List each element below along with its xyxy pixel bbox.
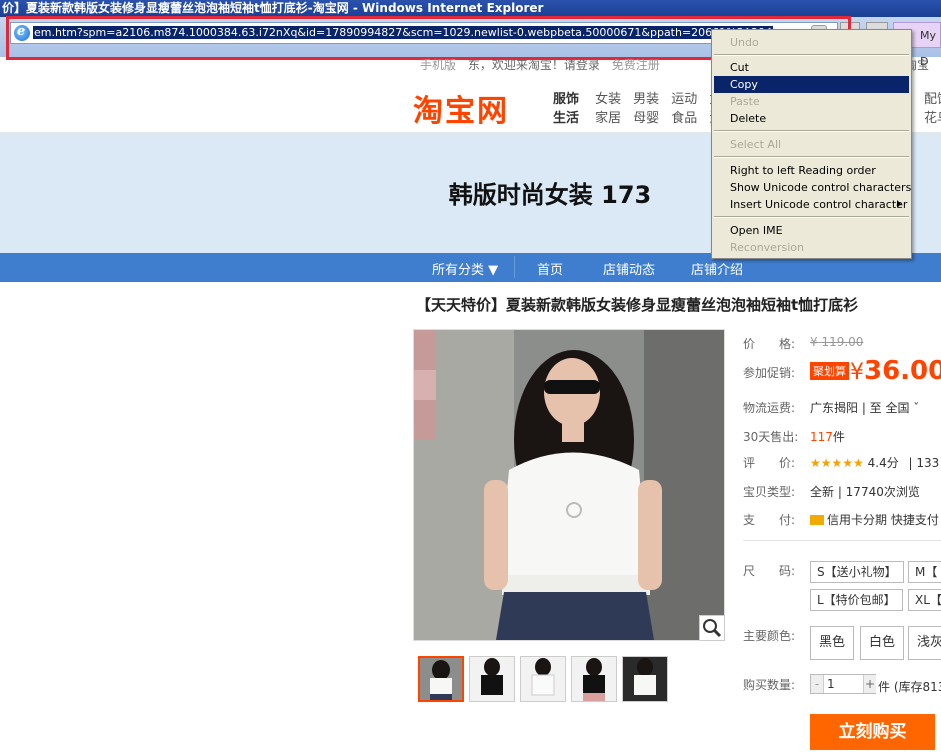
payment-value: 信用卡分期 快捷支付 [810,511,939,528]
thumbnail[interactable] [571,656,617,702]
product-main-image[interactable] [413,329,725,641]
color-label: 主要颜色: [743,629,796,643]
size-option[interactable]: L【特价包邮】 [810,589,903,611]
category-main-1[interactable]: 服饰 [553,92,579,107]
quantity-stepper[interactable]: - 1 + [810,674,876,694]
category-item[interactable]: 女装 [595,92,621,107]
stock-text: 件 (库存813 [878,680,941,694]
menu-item-cut[interactable]: Cut [714,59,909,76]
sold-number: 117 [810,430,833,444]
category-item[interactable]: 男装 [633,92,659,107]
payment-label: 支 付: [743,513,796,527]
promo-price: ¥36.00 [850,356,941,386]
menu-item-reconversion[interactable]: Reconversion [714,239,909,256]
window-title: 价】夏装新款韩版女装修身显瘦蕾丝泡泡袖短袖t恤打底衫-淘宝网 - Windows… [2,1,544,15]
category-item[interactable]: 家居 [595,111,621,126]
color-option[interactable]: 黑色 [810,626,854,660]
menu-separator [714,54,909,56]
thumbnail[interactable] [622,656,668,702]
promo-tag[interactable]: 聚划算 [810,362,849,380]
original-price: ¥ 119.00 [810,335,864,349]
sold-unit: 件 [832,430,845,444]
nav-all-categories[interactable]: 所有分类 ▼ [432,259,498,278]
zoom-icon[interactable] [699,615,725,641]
price-value: 36.00 [864,356,941,386]
menu-item-select-all[interactable]: Select All [714,136,909,153]
price-label: 价 格: [743,337,796,351]
plus-button[interactable]: + [863,675,876,693]
type-value: 全新 | 17740次浏览 [810,485,920,499]
shipping-value[interactable]: 广东揭阳 | 至 全国 ˇ [810,399,919,416]
size-option[interactable]: S【送小礼物】 [810,561,904,583]
menu-item-show-unicode[interactable]: Show Unicode control characters [714,179,911,196]
menu-separator [714,130,909,132]
color-option[interactable]: 白色 [860,626,904,660]
menu-item-open-ime[interactable]: Open IME [714,222,909,239]
menu-item-undo[interactable]: Undo [714,34,909,51]
thumbnail[interactable] [418,656,464,702]
credit-card-icon [810,515,824,525]
currency-symbol: ¥ [850,360,864,385]
size-option[interactable]: M【 [908,561,941,583]
buy-now-button[interactable]: 立刻购买 [810,714,935,750]
rating-value: 4.4分 [867,456,899,470]
quantity-input[interactable]: 1 [827,675,835,693]
category-item[interactable]: 食品 [671,111,697,126]
category-item[interactable]: 母婴 [633,111,659,126]
menu-separator [714,156,909,158]
type-label: 宝贝类型: [743,485,796,499]
register-link[interactable]: 免费注册 [612,58,660,72]
size-label: 尺 码: [743,564,796,578]
menu-item-paste[interactable]: Paste [714,93,909,110]
payment-methods[interactable]: 信用卡分期 快捷支付 [827,513,939,527]
product-photo [414,330,724,640]
shipping-label: 物流运费: [743,401,796,415]
size-option[interactable]: XL【 [908,589,941,611]
rating-count: | 133 [908,456,940,470]
product-title: 【天天特价】夏装新款韩版女装修身显瘦蕾丝泡泡袖短袖t恤打底衫 [416,296,859,314]
category-item[interactable]: 花鸟 [924,107,941,126]
menu-item-insert-unicode[interactable]: Insert Unicode control character [714,196,909,213]
nav-intro[interactable]: 店铺介绍 [691,259,743,278]
sold-label: 30天售出: [743,430,799,444]
rating[interactable]: ★★★★★ 4.4分 | 133 [810,454,939,471]
taobao-logo[interactable]: 淘宝网 [413,86,509,130]
minus-button[interactable]: - [811,675,824,693]
nav-news[interactable]: 店铺动态 [603,259,655,278]
category-item[interactable]: 配饰 [924,88,941,107]
context-menu: Undo Cut Copy Paste Delete Select All Ri… [711,29,912,259]
menu-item-delete[interactable]: Delete [714,110,909,127]
submenu-arrow-icon [897,200,901,208]
menu-item-copy[interactable]: Copy [714,76,909,93]
thumbnail[interactable] [520,656,566,702]
sold-count: 117件 [810,428,845,445]
menu-item-rtl-reading[interactable]: Right to left Reading order [714,162,909,179]
quantity-label: 购买数量: [743,678,796,692]
color-option[interactable]: 浅灰 [908,626,941,660]
divider [743,540,941,541]
top-links: 手机版 东，欢迎来淘宝！请登录 免费注册 [410,56,660,74]
mobile-link[interactable]: 手机版 [420,58,456,72]
rating-stars-icon: ★★★★★ [810,456,864,470]
welcome-text[interactable]: 东，欢迎来淘宝！请登录 [468,58,600,72]
nav-home[interactable]: 首页 [537,259,563,278]
category-main-2[interactable]: 生活 [553,111,579,126]
promo-label: 参加促销: [743,366,796,380]
rating-label: 评 价: [743,456,796,470]
category-item[interactable]: 运动 [671,92,697,107]
nav-divider [514,256,515,278]
window-title-bar: 价】夏装新款韩版女装修身显瘦蕾丝泡泡袖短袖t恤打底衫-淘宝网 - Windows… [0,0,941,17]
menu-separator [714,216,909,218]
thumbnail[interactable] [469,656,515,702]
